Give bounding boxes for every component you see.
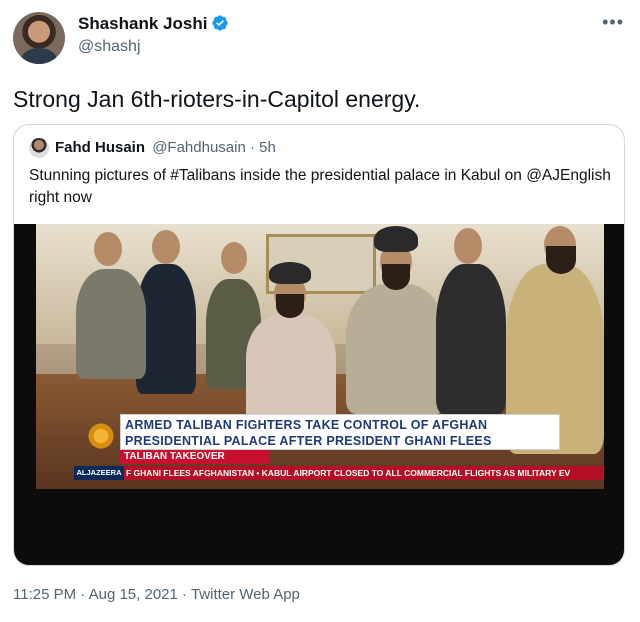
headline-line-1: ARMED TALIBAN FIGHTERS TAKE CONTROL OF A… (125, 418, 488, 432)
quoted-tweet-header: Fahd Husain @Fahdhusain · 5h (55, 139, 276, 156)
figure-beard (546, 246, 576, 274)
channel-logo: ALJAZEERA (74, 466, 124, 480)
author-name[interactable]: Shashank Joshi (78, 14, 207, 33)
news-ticker: F GHANI FLEES AFGHANISTAN • KABUL AIRPOR… (74, 466, 604, 480)
avatar[interactable] (13, 12, 65, 64)
tweet-timestamp: 11:25 PM · Aug 15, 2021 · Twitter Web Ap… (13, 586, 300, 603)
quoted-author-avatar[interactable] (29, 138, 49, 158)
headline-box: ARMED TALIBAN FIGHTERS TAKE CONTROL OF A… (120, 414, 560, 450)
quoted-author-handle[interactable]: @Fahdhusain (152, 139, 246, 156)
figure-head (221, 242, 247, 274)
author-name-row[interactable]: Shashank Joshi (78, 14, 229, 34)
figure-head (94, 232, 122, 266)
author-handle[interactable]: @shashj (78, 38, 141, 56)
headline-line-2: PRESIDENTIAL PALACE AFTER PRESIDENT GHAN… (125, 434, 492, 448)
tweet-date[interactable]: Aug 15, 2021 (89, 586, 178, 603)
figure-head (454, 228, 482, 264)
quoted-media-image[interactable]: ARMED TALIBAN FIGHTERS TAKE CONTROL OF A… (14, 224, 624, 565)
headline-text: ARMED TALIBAN FIGHTERS TAKE CONTROL OF A… (125, 417, 492, 449)
ticker-text: F GHANI FLEES AFGHANISTAN • KABUL AIRPOR… (126, 468, 571, 478)
tweet-source: Twitter Web App (190, 586, 300, 603)
tv-screen: ARMED TALIBAN FIGHTERS TAKE CONTROL OF A… (36, 224, 604, 489)
tweet-text: Strong Jan 6th-rioters-in-Capitol energy… (13, 86, 421, 112)
figure-turban (269, 262, 311, 284)
quoted-time[interactable]: 5h (259, 139, 276, 156)
timestamp-separator: · (80, 586, 86, 603)
figure (346, 284, 446, 414)
tweet-time[interactable]: 11:25 PM (13, 586, 76, 603)
banner-label: TALIBAN TAKEOVER (120, 450, 270, 464)
figure-beard (276, 294, 304, 318)
quoted-tweet[interactable]: Fahd Husain @Fahdhusain · 5h Stunning pi… (13, 124, 625, 566)
quoted-tweet-text: Stunning pictures of #Talibans inside th… (29, 167, 611, 206)
verified-badge-icon (212, 15, 229, 31)
aljazeera-emblem-icon (88, 420, 114, 452)
figure (436, 264, 506, 414)
figure (246, 314, 336, 424)
figure (76, 269, 146, 379)
more-horizontal-icon[interactable]: ••• (602, 12, 624, 33)
quoted-separator: · (249, 139, 255, 156)
avatar-shirt (21, 48, 57, 64)
figure-beard (382, 264, 410, 290)
quoted-author-name[interactable]: Fahd Husain (55, 139, 145, 156)
figure-turban (374, 226, 418, 252)
figure-head (152, 230, 180, 264)
timestamp-separator: · (182, 586, 188, 603)
